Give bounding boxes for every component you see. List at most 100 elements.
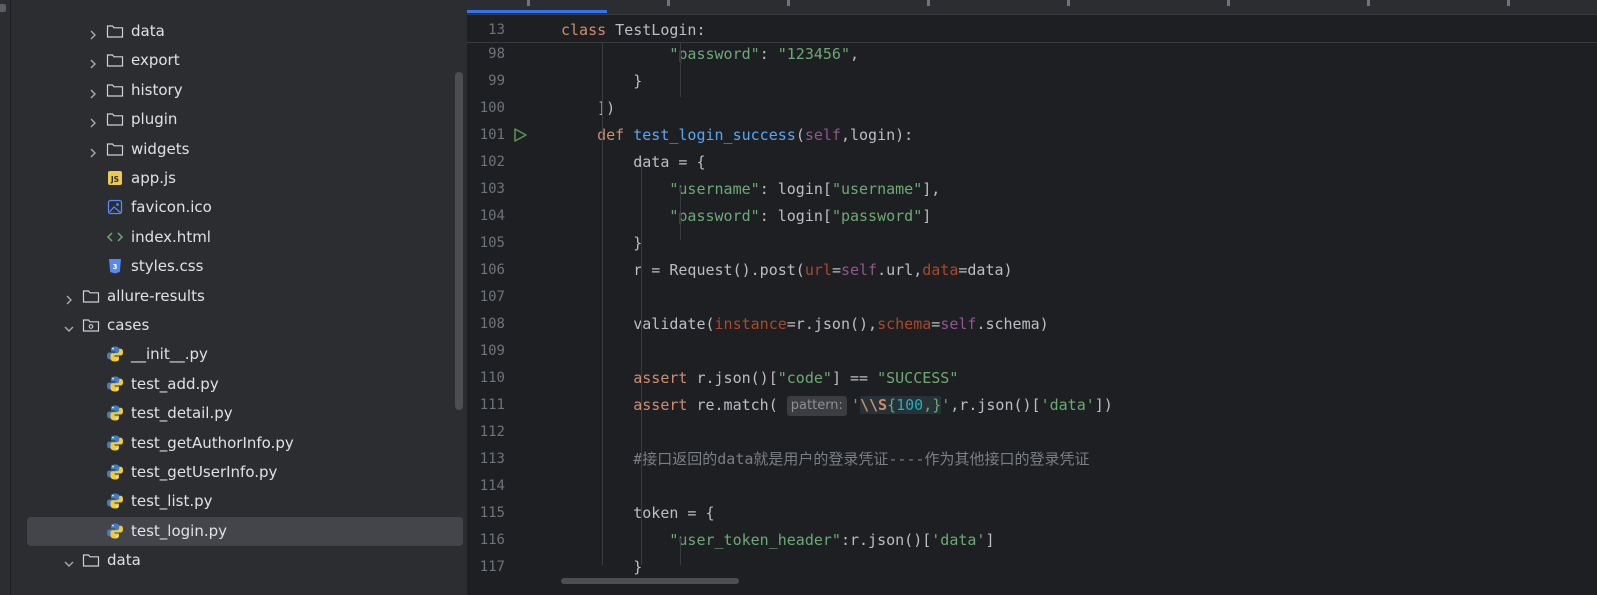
tree-item[interactable]: cases [27, 311, 463, 340]
tree-item-label: test_detail.py [131, 404, 233, 423]
line-number: 113 [479, 451, 505, 467]
html-file-icon [106, 228, 124, 246]
tree-item[interactable]: 3 styles.css [27, 252, 463, 281]
tree-item[interactable]: JS app.js [27, 164, 463, 193]
tree-item-label: __init__.py [131, 345, 208, 364]
editor-tab[interactable] [927, 0, 930, 6]
tree-item-label: favicon.ico [131, 198, 212, 217]
line-number: 109 [479, 343, 505, 359]
tree-item-label: test_list.py [131, 492, 213, 511]
inlay-parameter-hint: pattern: [786, 396, 847, 416]
tree-item[interactable]: test_getAuthorInfo.py [27, 429, 463, 458]
chevron-right-icon[interactable] [87, 114, 99, 128]
code-line[interactable]: "user_token_header":r.json()['data'] [561, 527, 994, 554]
tool-window-strip [0, 0, 11, 595]
tree-item-label: data [131, 22, 165, 40]
line-number: 100 [479, 100, 505, 116]
tree-item-label: allure-results [107, 286, 205, 305]
svg-text:3: 3 [113, 263, 118, 271]
code-line[interactable] [561, 284, 597, 311]
code-line[interactable] [561, 419, 597, 446]
code-line[interactable]: r = Request().post(url=self.url,data=dat… [561, 257, 1012, 284]
line-number: 117 [479, 559, 505, 575]
tree-item[interactable]: test_add.py [27, 370, 463, 399]
active-tab-indicator [467, 10, 607, 13]
tree-item[interactable]: data [27, 17, 463, 46]
tree-item[interactable]: data [27, 546, 463, 575]
code-line[interactable]: "username": login["username"], [561, 176, 940, 203]
tool-window-button[interactable] [0, 4, 6, 12]
chevron-right-icon[interactable] [87, 144, 99, 158]
code-line[interactable]: assert re.match( pattern: '\\S{100,}',r.j… [561, 392, 1113, 419]
python-file-icon [106, 404, 124, 422]
tree-item-label: test_add.py [131, 374, 219, 393]
line-number: 99 [488, 73, 505, 89]
line-number: 110 [479, 370, 505, 386]
editor-tab[interactable] [667, 0, 670, 6]
code-line[interactable] [561, 338, 597, 365]
folder-icon [106, 51, 124, 69]
tree-item[interactable]: test_getUserInfo.py [27, 458, 463, 487]
chevron-down-icon[interactable] [63, 555, 75, 568]
tree-item-label: test_getUserInfo.py [131, 463, 278, 481]
editor-tab[interactable] [1067, 0, 1070, 6]
sticky-scroll-line[interactable]: class TestLogin: [561, 17, 706, 44]
code-line[interactable] [561, 473, 597, 500]
tree-item-label: styles.css [131, 257, 204, 276]
code-line[interactable]: token = { [561, 500, 714, 527]
folder-icon [106, 140, 124, 158]
editor-tab[interactable] [527, 0, 530, 6]
tree-item[interactable]: test_login.py [27, 516, 463, 546]
tree-item[interactable]: __init__.py [27, 340, 463, 369]
project-tree[interactable]: data export history plugin widgets JS app.js fa… [11, 0, 467, 595]
tree-item[interactable]: index.html [27, 223, 463, 252]
package-folder-icon [82, 316, 100, 334]
tree-item[interactable]: test_list.py [27, 487, 463, 516]
chevron-right-icon[interactable] [87, 85, 99, 99]
tree-item[interactable]: favicon.ico [27, 193, 463, 222]
svg-text:JS: JS [110, 175, 119, 184]
chevron-right-icon[interactable] [87, 55, 99, 69]
tree-item-label: widgets [131, 139, 190, 158]
folder-icon [106, 110, 124, 128]
code-line[interactable]: validate(instance=r.json(),schema=self.s… [561, 311, 1048, 338]
code-line[interactable]: assert r.json()["code"] == "SUCCESS" [561, 365, 958, 392]
line-number: 102 [479, 154, 505, 170]
run-test-icon[interactable] [512, 127, 528, 143]
code-editor[interactable]: 13 class TestLogin: 98 "password": "123456… [467, 0, 1597, 595]
line-number: 115 [479, 505, 505, 521]
tree-item-label: test_getAuthorInfo.py [131, 433, 294, 452]
line-number: 105 [479, 235, 505, 251]
code-line[interactable]: ]) [561, 95, 615, 122]
code-line[interactable]: "password": login["password"] [561, 203, 931, 230]
editor-tab[interactable] [787, 0, 790, 6]
image-file-icon [106, 198, 124, 216]
code-line[interactable]: "password": "123456", [561, 41, 859, 68]
code-line[interactable]: data = { [561, 149, 705, 176]
editor-tab[interactable] [1507, 0, 1510, 6]
editor-tab[interactable] [1367, 0, 1370, 6]
line-number: 114 [479, 478, 505, 494]
line-number: 104 [479, 208, 505, 224]
chevron-right-icon[interactable] [87, 26, 99, 40]
chevron-right-icon[interactable] [63, 291, 75, 305]
tree-item[interactable]: plugin [27, 105, 463, 134]
tree-item-label: test_login.py [131, 521, 228, 540]
python-file-icon [106, 345, 124, 363]
tree-item[interactable]: export [27, 46, 463, 75]
folder-icon [82, 287, 100, 305]
editor-tab[interactable] [1227, 0, 1230, 6]
tree-item-label: data [107, 551, 141, 570]
css-file-icon: 3 [106, 257, 124, 275]
code-line[interactable]: def test_login_success(self,login): [561, 122, 913, 149]
tree-item-label: history [131, 80, 183, 99]
tree-item[interactable]: widgets [27, 135, 463, 164]
editor-tab-bar [467, 0, 1597, 15]
tree-item[interactable]: test_detail.py [27, 399, 463, 428]
project-tree-scrollbar[interactable] [455, 72, 463, 410]
chevron-down-icon[interactable] [63, 320, 75, 332]
line-number: 13 [488, 22, 505, 38]
tree-item[interactable]: history [27, 76, 463, 105]
tree-item[interactable]: allure-results [27, 282, 463, 311]
line-number: 108 [479, 316, 505, 332]
